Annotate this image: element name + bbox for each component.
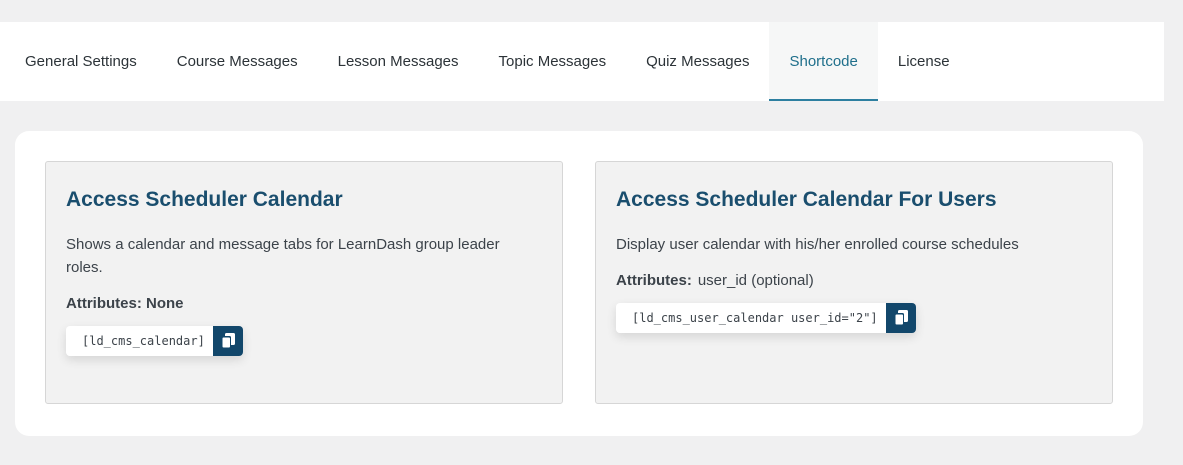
tab-shortcode[interactable]: Shortcode	[769, 22, 879, 101]
card-description: Shows a calendar and message tabs for Le…	[66, 236, 500, 276]
card-description: Display user calendar with his/her enrol…	[616, 236, 1019, 253]
copy-icon	[220, 333, 235, 349]
tab-topic-messages[interactable]: Topic Messages	[479, 22, 627, 101]
card-title: Access Scheduler Calendar	[66, 188, 343, 211]
shortcode-box: [ld_cms_user_calendar user_id="2"]	[616, 303, 916, 333]
card-title: Access Scheduler Calendar For Users	[616, 188, 997, 211]
shortcode-card-calendar: Access Scheduler Calendar Shows a calend…	[45, 161, 563, 404]
attributes-line: Attributes: user_id (optional)	[616, 272, 1092, 289]
copy-button[interactable]	[212, 326, 243, 356]
attributes-line: Attributes: None	[66, 295, 542, 312]
tab-quiz-messages[interactable]: Quiz Messages	[626, 22, 769, 101]
attributes-label: Attributes:	[616, 272, 692, 289]
copy-button[interactable]	[885, 303, 916, 333]
tab-lesson-messages[interactable]: Lesson Messages	[318, 22, 479, 101]
shortcode-text[interactable]: [ld_cms_user_calendar user_id="2"]	[616, 303, 886, 333]
tab-license[interactable]: License	[878, 22, 970, 101]
tab-course-messages[interactable]: Course Messages	[157, 22, 318, 101]
copy-icon	[893, 310, 908, 326]
shortcode-text[interactable]: [ld_cms_calendar]	[66, 326, 213, 356]
tab-general-settings[interactable]: General Settings	[0, 22, 157, 101]
shortcode-panel: Access Scheduler Calendar Shows a calend…	[15, 131, 1143, 436]
attributes-value: user_id (optional)	[697, 272, 814, 289]
shortcode-card-user-calendar: Access Scheduler Calendar For Users Disp…	[595, 161, 1113, 404]
attributes-label: Attributes: None	[66, 295, 184, 312]
shortcode-box: [ld_cms_calendar]	[66, 326, 243, 356]
settings-tab-bar: General Settings Course Messages Lesson …	[0, 22, 1164, 101]
